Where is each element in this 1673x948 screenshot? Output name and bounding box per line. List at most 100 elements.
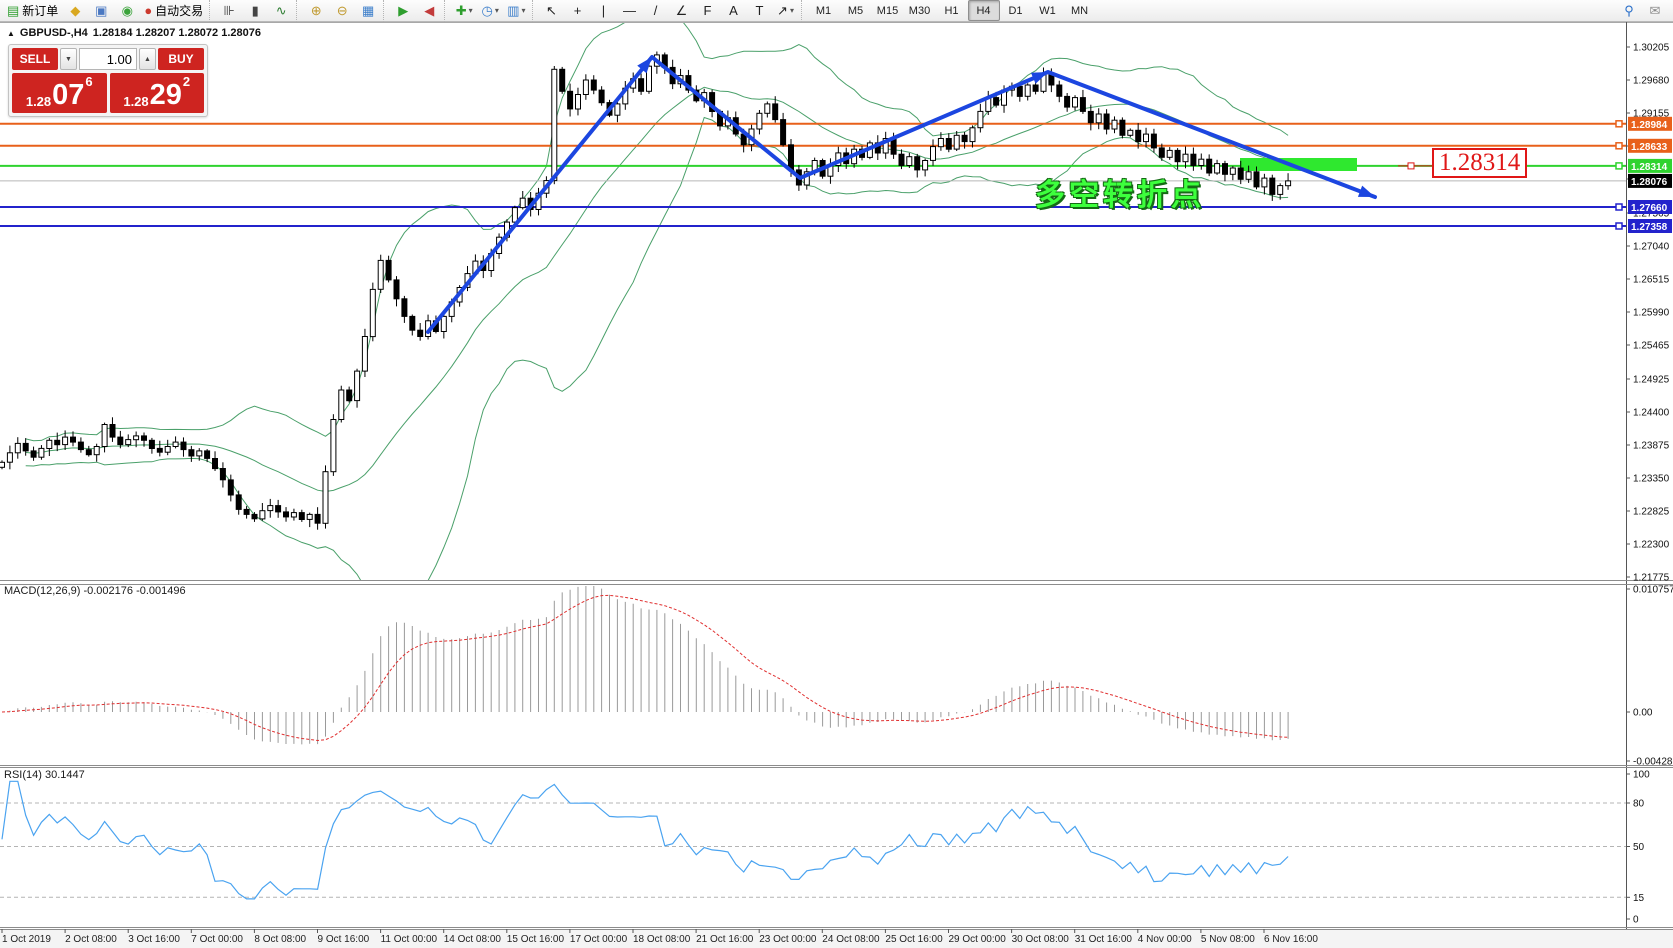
arrows-icon: ↗ (777, 4, 788, 17)
tf-h1-label: H1 (944, 5, 958, 17)
fibonacci-button[interactable]: F (695, 0, 721, 21)
tf-d1[interactable]: D1 (1000, 0, 1032, 21)
buy-price-panel[interactable]: 1.28 29 2 (110, 73, 205, 113)
buy-price-big: 29 (150, 81, 182, 110)
channel-icon: ∠ (676, 4, 688, 17)
toolbar-group-objects: ↖ + | — / ∠ FAT ↗▾ (532, 0, 799, 22)
tile-windows-button[interactable]: ▦ (355, 0, 381, 21)
rsi-tick-label: 80 (1633, 799, 1645, 810)
rsi-tick-label: 0 (1633, 915, 1639, 926)
horizontal-line-button[interactable]: — (617, 0, 643, 21)
macd-tick-label: 0.00 (1633, 708, 1653, 719)
buy-price-small: 1.28 (123, 95, 148, 108)
deposit-icon[interactable]: ◆ (62, 0, 88, 21)
autotrading-button[interactable]: ●自动交易 (140, 0, 207, 21)
search-button[interactable]: ⚲ (1616, 0, 1642, 21)
line-chart-icon: ∿ (276, 4, 287, 17)
new-order-button[interactable]: ▤新订单 (3, 0, 62, 21)
price-tick-label: 1.27040 (1633, 242, 1670, 253)
time-tick-label: 21 Oct 16:00 (696, 934, 754, 945)
time-tick-label: 31 Oct 16:00 (1075, 934, 1133, 945)
line-chart-button[interactable]: ∿ (268, 0, 294, 21)
zoom-out-button[interactable]: ⊖ (329, 0, 355, 21)
chart-expander-icon[interactable]: ▲ (7, 29, 15, 38)
volume-decrease-button[interactable]: ▼ (60, 48, 77, 70)
turning-point-annotation[interactable]: 多空转折点 (1035, 170, 1205, 214)
zoom-in-button[interactable]: ⊕ (303, 0, 329, 21)
zoom-out-icon: ⊖ (337, 4, 348, 17)
candlestick-chart-button[interactable]: ▮ (242, 0, 268, 21)
auto-scroll-button[interactable]: ▶ (390, 0, 416, 21)
chat-button[interactable]: ✉ (1642, 0, 1668, 21)
new-chart-button-caret-icon[interactable]: ▾ (469, 6, 473, 15)
tf-h1[interactable]: H1 (936, 0, 968, 21)
chat-icon: ✉ (1650, 4, 1661, 17)
deposit-icon-icon: ◆ (70, 4, 80, 17)
tf-mn[interactable]: MN (1064, 0, 1096, 21)
time-tick-label: 1 Oct 2019 (2, 934, 51, 945)
price-level-badge: 1.28314 (1631, 162, 1668, 173)
fibonacci-icon: F (704, 4, 712, 17)
macd-indicator-label: MACD(12,26,9) -0.002176 -0.001496 (4, 585, 186, 597)
period-button[interactable]: ◷▾ (477, 0, 503, 21)
chart-shift-button[interactable]: ◀ (416, 0, 442, 21)
time-tick-label: 29 Oct 00:00 (949, 934, 1007, 945)
time-tick-label: 4 Nov 00:00 (1138, 934, 1192, 945)
label-icon: T (756, 4, 764, 17)
sell-price-big: 07 (52, 81, 84, 110)
tf-m5-label: M5 (848, 5, 863, 17)
tf-m5[interactable]: M5 (840, 0, 872, 21)
tf-h4[interactable]: H4 (968, 0, 1000, 21)
chart-canvas[interactable]: 1.302051.296801.291551.286301.281051.275… (0, 0, 1673, 948)
cursor-button[interactable]: ↖ (539, 0, 565, 21)
price-level-badge: 1.27358 (1631, 222, 1668, 233)
price-level-badge: 1.28984 (1631, 120, 1668, 131)
marketwatch-icon[interactable]: ▣ (88, 0, 114, 21)
sell-price-sup: 6 (85, 75, 92, 88)
arrows-button[interactable]: ↗▾ (773, 0, 799, 21)
channel-button[interactable]: ∠ (669, 0, 695, 21)
time-tick-label: 7 Oct 00:00 (191, 934, 243, 945)
vertical-line-button[interactable]: | (591, 0, 617, 21)
templates-button-caret-icon[interactable]: ▾ (521, 6, 525, 15)
price-tick-label: 1.23350 (1633, 474, 1670, 485)
bar-chart-button[interactable]: ⊪ (216, 0, 242, 21)
one-click-trading-panel: SELL ▼ ▲ BUY 1.28 07 6 1.28 29 2 (8, 44, 208, 117)
tf-m15-label: M15 (877, 5, 898, 17)
tf-m30[interactable]: M30 (904, 0, 936, 21)
price-callout-label[interactable]: 1.28314 (1432, 148, 1527, 178)
time-tick-label: 30 Oct 08:00 (1012, 934, 1070, 945)
sell-button[interactable]: SELL (12, 48, 58, 70)
arrows-button-caret-icon[interactable]: ▾ (790, 6, 794, 15)
signals-icon[interactable]: ◉ (114, 0, 140, 21)
text-button[interactable]: A (721, 0, 747, 21)
time-tick-label: 17 Oct 00:00 (570, 934, 628, 945)
crosshair-button[interactable]: + (565, 0, 591, 21)
tf-m15[interactable]: M15 (872, 0, 904, 21)
price-tick-label: 1.22300 (1633, 540, 1670, 551)
trendline-button[interactable]: / (643, 0, 669, 21)
tf-mn-label: MN (1071, 5, 1088, 17)
templates-icon: ▥ (507, 4, 519, 17)
templates-button[interactable]: ▥▾ (503, 0, 529, 21)
new-chart-button[interactable]: ✚▾ (451, 0, 477, 21)
period-icon: ◷ (482, 4, 493, 17)
label-button[interactable]: T (747, 0, 773, 21)
period-button-caret-icon[interactable]: ▾ (495, 6, 499, 15)
toolbar-group-trade: ▤新订单 ◆ ▣◉●自动交易 (3, 0, 207, 22)
volume-increase-button[interactable]: ▲ (139, 48, 156, 70)
buy-button[interactable]: BUY (158, 48, 204, 70)
price-tick-label: 1.22825 (1633, 507, 1670, 518)
tf-w1[interactable]: W1 (1032, 0, 1064, 21)
tf-m1[interactable]: M1 (808, 0, 840, 21)
volume-input[interactable] (79, 48, 137, 70)
sell-price-panel[interactable]: 1.28 07 6 (12, 73, 107, 113)
macd-tick-label: -0.004283 (1633, 757, 1673, 768)
toolbar-group-windows: ✚▾◷▾▥▾ (444, 0, 529, 22)
tile-windows-icon: ▦ (362, 4, 374, 17)
autotrading-button-label: 自动交易 (155, 2, 203, 19)
zoom-in-icon: ⊕ (311, 4, 322, 17)
time-tick-label: 24 Oct 08:00 (822, 934, 880, 945)
crosshair-icon: + (574, 4, 582, 17)
horizontal-line-icon: — (623, 4, 636, 17)
